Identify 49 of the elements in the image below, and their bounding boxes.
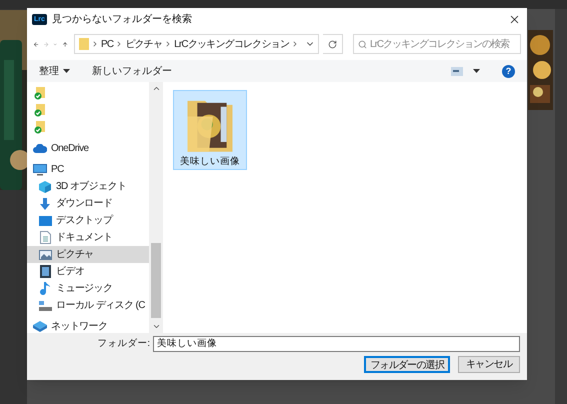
scroll-down-icon[interactable] (152, 322, 160, 331)
folder-field-label: フォルダー: (97, 336, 150, 351)
nav-item[interactable]: ネットワーク (27, 318, 149, 335)
synced-folder-icon (34, 87, 46, 100)
folder-name-field[interactable]: 美味しい画像 (153, 336, 520, 352)
scrollbar[interactable] (149, 82, 163, 333)
network-icon (33, 321, 47, 332)
dropdown-icon[interactable] (473, 69, 480, 73)
new-folder-button[interactable]: 新しいフォルダー (92, 64, 172, 78)
search-field[interactable]: LrCクッキングコレクションの検索 (353, 34, 522, 54)
desktop-icon (38, 216, 52, 226)
caret-icon[interactable] (63, 69, 70, 73)
folder-tile[interactable]: 美味しい画像 (173, 90, 247, 170)
help-button[interactable]: ? (502, 64, 515, 78)
nav-item[interactable]: ミュージック (27, 280, 149, 297)
film-icon (40, 265, 50, 278)
picture-icon (38, 250, 52, 260)
nav-item[interactable]: PC (27, 161, 149, 178)
address-bar[interactable]: PC ピクチャ LrCクッキングコレクション (74, 34, 320, 54)
select-folder-button[interactable]: フォルダーの選択 (364, 356, 450, 373)
view-icon[interactable] (451, 66, 463, 76)
breadcrumb-item[interactable]: ピクチャ (125, 36, 162, 52)
nav-item[interactable]: ダウンロード (27, 195, 149, 212)
organize-menu[interactable]: 整理 (39, 64, 59, 78)
cancel-button[interactable]: キャンセル (458, 356, 520, 373)
drive-icon (38, 300, 52, 310)
cube-icon (39, 180, 51, 192)
monitor-icon (33, 164, 47, 176)
cloud-icon (33, 144, 47, 153)
breadcrumb-item[interactable]: LrCクッキングコレクション (174, 36, 290, 52)
folder-icon (79, 38, 90, 50)
breadcrumb-item[interactable]: PC (101, 36, 114, 52)
synced-folder-icon (34, 121, 46, 134)
music-note-icon (40, 282, 50, 295)
download-arrow-icon (39, 198, 51, 210)
refresh-icon[interactable] (328, 40, 338, 48)
scroll-thumb[interactable] (151, 243, 161, 318)
nav-item[interactable]: デスクトップ (27, 212, 149, 229)
nav-item[interactable]: ローカル ディスク (C (27, 297, 149, 314)
scroll-up-icon[interactable] (152, 84, 160, 93)
nav-item[interactable]: ビデオ (27, 263, 149, 280)
synced-folder-icon (34, 104, 46, 117)
nav-item[interactable]: ピクチャ (27, 246, 149, 263)
search-icon (358, 40, 368, 48)
nav-item[interactable]: ドキュメント (27, 229, 149, 246)
document-icon (40, 231, 50, 244)
window-title: 見つからないフォルダーを検索 (52, 12, 192, 26)
nav-item[interactable]: OneDrive (27, 140, 149, 157)
nav-item[interactable]: 3D オブジェクト (27, 178, 149, 195)
